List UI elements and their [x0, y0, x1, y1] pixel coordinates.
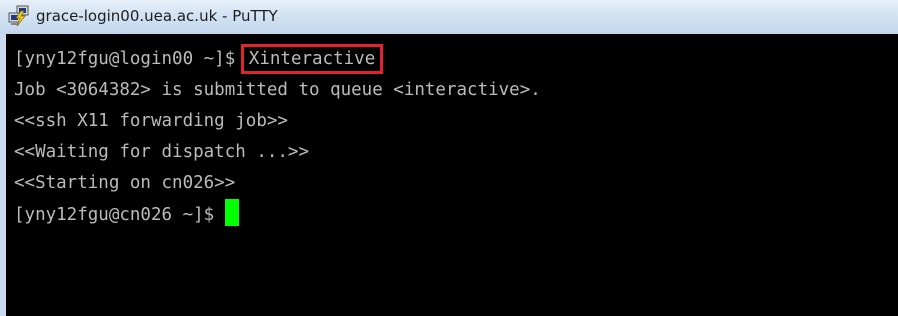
terminal-line: <<Starting on cn026>> [14, 173, 236, 193]
shell-prompt: [yny12fgu@login00 ~]$ [14, 49, 246, 69]
terminal-line: [yny12fgu@login00 ~]$ Xinteractive [14, 44, 898, 75]
terminal-line: Job <3064382> is submitted to queue <int… [14, 80, 541, 100]
window-title: grace-login00.uea.ac.uk - PuTTY [36, 7, 278, 25]
highlighted-command: Xinteractive [240, 44, 384, 74]
terminal-line: <<ssh X11 forwarding job>> [14, 111, 288, 131]
terminal-line: <<Waiting for dispatch ...>> [14, 142, 310, 162]
text-cursor [224, 199, 239, 226]
shell-prompt: [yny12fgu@cn026 ~]$ [14, 205, 225, 225]
putty-icon [8, 5, 30, 27]
putty-window: grace-login00.uea.ac.uk - PuTTY [yny12fg… [0, 0, 898, 316]
title-bar[interactable]: grace-login00.uea.ac.uk - PuTTY [0, 0, 898, 34]
terminal-output[interactable]: [yny12fgu@login00 ~]$ Xinteractive Job <… [6, 34, 898, 316]
terminal-line: [yny12fgu@cn026 ~]$ [14, 199, 898, 230]
